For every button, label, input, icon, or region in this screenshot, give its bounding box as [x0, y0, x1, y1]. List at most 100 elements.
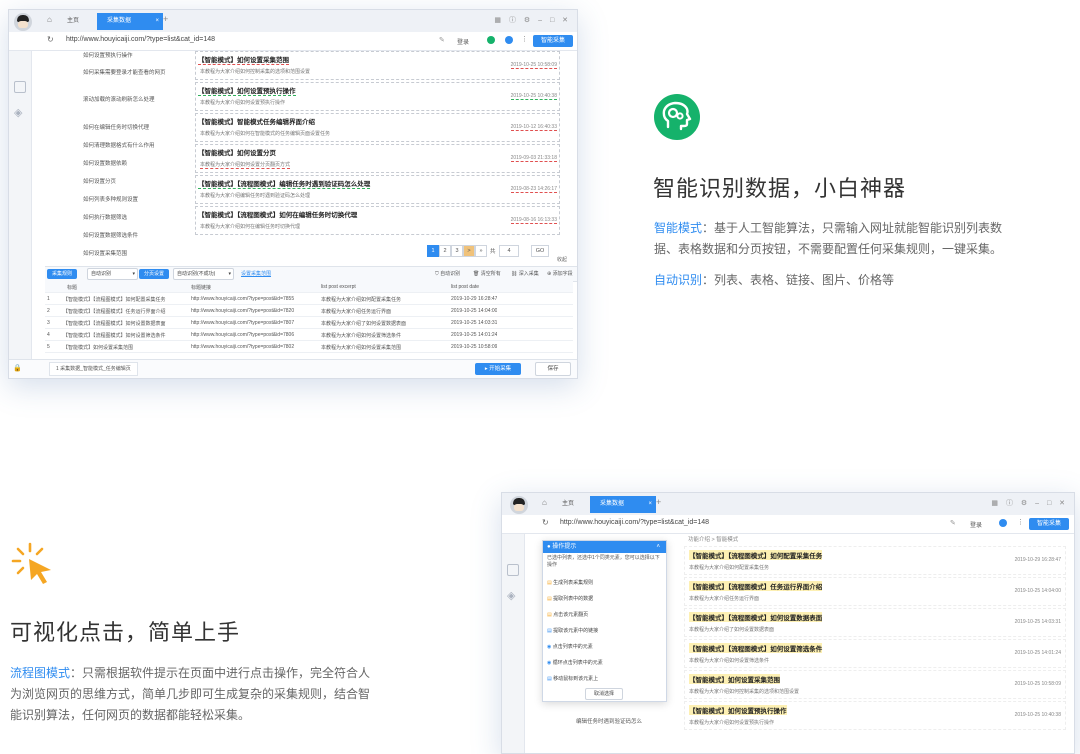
tree-item[interactable]: 如何在编辑任务时切换代理	[83, 123, 149, 131]
tree-item[interactable]: 如何列表多种规则设置	[83, 195, 138, 203]
tab-home[interactable]: 主页	[552, 496, 584, 513]
tree-item[interactable]: 滚动加载的滚动刷新怎么处理	[83, 95, 168, 103]
window-controls[interactable]: ▦ ⓘ ⚙ – □ ✕	[991, 498, 1068, 508]
edit-icon[interactable]: ✎	[439, 36, 445, 44]
page-button[interactable]: 1	[427, 245, 439, 257]
cell-link: http://www.houyicaiji.com/?type=post&id=…	[191, 332, 295, 338]
save-button[interactable]: 保存	[535, 362, 571, 376]
page-next-button[interactable]: >	[463, 245, 475, 257]
article-date: 2019-10-25 10:40:38	[1014, 712, 1061, 718]
article-card[interactable]: 【智能模式】【流程图模式】编辑任务时遇到验证码怎么处理 本教程为大家介绍编辑任务…	[195, 175, 560, 204]
cell-link: http://www.houyicaiji.com/?type=post&id=…	[191, 344, 295, 350]
url-field[interactable]: http://www.houyicaiji.com/?type=list&cat…	[66, 36, 215, 43]
page-go-button[interactable]: GO	[531, 245, 549, 257]
table-row[interactable]: 2 【智能模式】【流程图模式】任务运行界面介绍 http://www.houyi…	[45, 305, 573, 317]
avatar[interactable]	[14, 13, 32, 31]
tree-item[interactable]: 如何执行数据筛选	[83, 213, 127, 221]
smart-collect-button[interactable]: 智能采集	[1029, 518, 1069, 530]
new-tab-icon[interactable]: +	[656, 497, 661, 507]
collapse-icon[interactable]: ˄	[656, 541, 660, 553]
page-button[interactable]: 3	[451, 245, 463, 257]
popup-action[interactable]: ◉ 点击列表中的元素	[547, 643, 593, 650]
feature1-text2: ：列表、表格、链接、图片、价格等	[702, 273, 895, 287]
status-tab[interactable]: 1 采集数据_智能模式_任务编辑页	[49, 362, 138, 376]
lock-icon: 🔒	[13, 365, 22, 372]
address-bar: ↻ http://www.houyicaiji.com/?type=list&c…	[502, 515, 1074, 534]
tab-bar: ⌂ 主页 采集数据 × + ▦ ⓘ ⚙ – □ ✕	[9, 10, 577, 33]
close-icon[interactable]: ×	[155, 13, 159, 30]
url-field[interactable]: http://www.houyicaiji.com/?type=list&cat…	[560, 519, 709, 526]
smart-collect-button[interactable]: 智能采集	[533, 35, 573, 47]
info-icon[interactable]	[999, 519, 1007, 527]
tree-item[interactable]: 如何清理数据格式有什么作用	[83, 141, 155, 149]
table-row[interactable]: 4 【智能模式】【流程图模式】如何设置筛选条件 http://www.houyi…	[45, 329, 573, 341]
tree-item[interactable]: 如何采集需要登录才能查看的网页	[83, 68, 168, 76]
tree-item[interactable]: 如何设置采集范围	[83, 249, 127, 257]
tree-item[interactable]: 如何设置数据依赖	[83, 159, 127, 167]
table-row[interactable]: 5 【智能模式】如何设置采集范围 http://www.houyicaiji.c…	[45, 341, 573, 353]
tree-item[interactable]: 如何设置预执行操作	[83, 51, 133, 59]
popup-action[interactable]: ◉ 循环点击列表中的元素	[547, 659, 603, 666]
row-index: 3	[47, 320, 50, 326]
popup-action[interactable]: ▤ 点击该元素翻页	[547, 611, 588, 618]
tab-collect[interactable]: 采集数据 ×	[590, 496, 656, 513]
edit-icon[interactable]: ✎	[950, 519, 956, 527]
article-card[interactable]: 【智能模式】【流程图模式】任务运行界面介绍 本教程为大家介绍任务运行界面 201…	[684, 577, 1066, 606]
page-button[interactable]: 2	[439, 245, 451, 257]
auto-detect-action[interactable]: ⛉ 自动识别	[435, 270, 460, 277]
login-link[interactable]: 登录	[970, 520, 982, 529]
table-row[interactable]: 1 【智能模式】【流程图模式】如何配置采集任务 http://www.houyi…	[45, 293, 573, 305]
paging-select[interactable]: 自动识别(不成功) ▾	[173, 268, 234, 280]
article-card[interactable]: 【智能模式】如何设置采集范围 本教程为大家介绍如何控制采集的选项和范围设置 20…	[684, 670, 1066, 699]
paging-label: 分页设置	[139, 269, 169, 279]
clear-all-action[interactable]: 🗑 清空所有	[473, 270, 501, 277]
tree-item[interactable]: 编辑任务时遇到验证码怎么	[576, 717, 642, 725]
article-card[interactable]: 【智能模式】【流程图模式】如何在编辑任务时切换代理 本教程为大家介绍如何在编辑任…	[195, 206, 560, 235]
tab-collect[interactable]: 采集数据 ×	[97, 13, 163, 30]
refresh-icon[interactable]: ↻	[542, 518, 549, 527]
popup-action[interactable]: ▤ 生成列表采集规则	[547, 579, 593, 586]
start-collect-button[interactable]: ▸ 开始采集	[475, 363, 521, 375]
data-toolbar: 采集规则 自动识别 ▾ 分页设置 自动识别(不成功) ▾ 设置采集范围 ⛉ 自动…	[45, 266, 577, 282]
collapse-link[interactable]: 收起	[557, 256, 567, 263]
page-input[interactable]: 4	[499, 245, 519, 257]
table-row[interactable]: 3 【智能模式】【流程图模式】如何设置数据表面 http://www.houyi…	[45, 317, 573, 329]
article-card[interactable]: 【智能模式】如何设置采集范围 本教程为大家介绍如何控制采集的选项和范围设置 20…	[195, 51, 560, 80]
layers-icon[interactable]: ◈	[507, 589, 515, 602]
rule-select[interactable]: 自动识别 ▾	[87, 268, 138, 280]
more-icon[interactable]: ⋮	[1017, 518, 1024, 526]
article-date: 2019-10-29 16:28:47	[1014, 557, 1061, 563]
layers-icon[interactable]: ◈	[14, 106, 22, 119]
add-field-action[interactable]: ⊕ 添加字段	[547, 270, 573, 277]
tree-item[interactable]: 如何设置分页	[83, 177, 116, 185]
range-link[interactable]: 设置采集范围	[241, 270, 271, 277]
home-icon[interactable]: ⌂	[542, 498, 547, 507]
article-card[interactable]: 【智能模式】【流程图模式】如何设置筛选条件 本教程为大家介绍如何设置筛选条件 2…	[684, 639, 1066, 668]
window-controls[interactable]: ▦ ⓘ ⚙ – □ ✕	[494, 15, 571, 25]
info-icon[interactable]	[505, 36, 513, 44]
article-card[interactable]: 【智能模式】【流程图模式】如何设置数据表面 本教程为大家介绍了如何设置数据表面 …	[684, 608, 1066, 637]
tab-home[interactable]: 主页	[57, 13, 89, 30]
add-page-icon[interactable]	[507, 564, 519, 576]
article-card[interactable]: 【智能模式】如何设置分页 本教程为大家介绍如何设置分页翻页方式 2019-09-…	[195, 144, 560, 173]
login-link[interactable]: 登录	[457, 37, 469, 46]
more-icon[interactable]: ⋮	[521, 35, 528, 43]
page-last-button[interactable]: »	[475, 245, 487, 257]
article-card[interactable]: 【智能模式】智能模式任务编辑界面介绍 本教程为大家介绍如何在智能模式的任务编辑页…	[195, 113, 560, 142]
home-icon[interactable]: ⌂	[47, 15, 52, 24]
cancel-selection-button[interactable]: 取消选择	[585, 688, 623, 700]
popup-action[interactable]: ▤ 移动鼠标到该元素上	[547, 675, 598, 682]
article-card[interactable]: 【智能模式】【流程图模式】如何配置采集任务 本教程为大家介绍如何配置采集任务 2…	[684, 546, 1066, 575]
article-card[interactable]: 【智能模式】如何设置预执行操作 本教程为大家介绍如何设置预执行操作 2019-1…	[195, 82, 560, 111]
tree-item[interactable]: 如何设置数据筛选条件	[83, 231, 138, 239]
close-icon[interactable]: ×	[648, 496, 652, 513]
popup-action[interactable]: ▤ 提取列表中的数据	[547, 595, 593, 602]
refresh-icon[interactable]: ↻	[47, 35, 54, 44]
new-tab-icon[interactable]: +	[163, 14, 168, 24]
deep-collect-action[interactable]: ⛓ 深入采集	[511, 270, 539, 277]
add-page-icon[interactable]	[14, 81, 26, 93]
popup-action[interactable]: ▤ 提取该元素中的链接	[547, 627, 598, 634]
avatar[interactable]	[510, 496, 528, 514]
link-icon: ⛓	[511, 271, 519, 277]
article-excerpt: 本教程为大家介绍如何设置筛选条件	[689, 658, 770, 664]
